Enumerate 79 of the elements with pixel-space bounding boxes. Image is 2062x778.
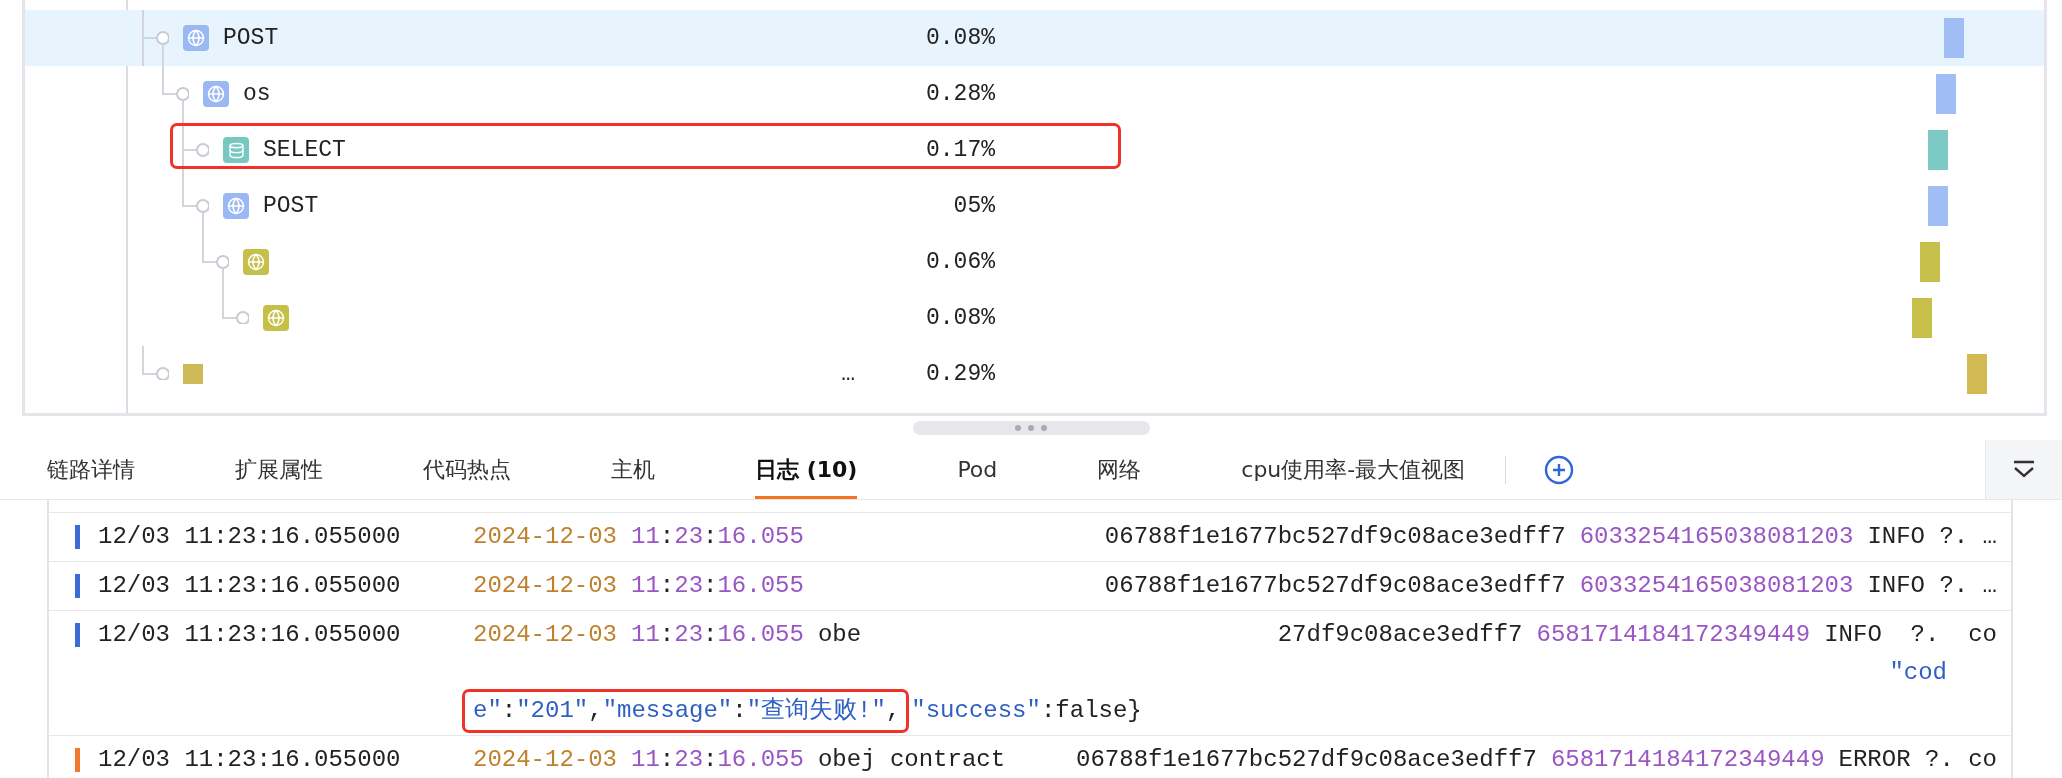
trace-id: 06788f1e1677bc527df9c08ace3edff7 xyxy=(1076,745,1537,775)
tab[interactable]: cpu使用率-最大值视图 xyxy=(1241,440,1466,499)
span-name: POST xyxy=(223,25,279,51)
log-message: obej contract xyxy=(817,745,1006,775)
timeline-bar xyxy=(1912,298,1932,338)
span-duration: 05% xyxy=(952,193,995,219)
tab[interactable]: 日志 (10) xyxy=(755,440,858,499)
tab[interactable]: 链路详情 xyxy=(47,440,135,499)
span-name: os xyxy=(243,81,271,107)
log-date: 2024-12-03 xyxy=(473,620,618,650)
log-time: 12/03 11:23:16.055000 xyxy=(98,745,402,775)
span-id: 6581714184172349449 xyxy=(1536,620,1811,650)
log-level: ERROR ?. co xyxy=(1838,745,1997,775)
severity-marker xyxy=(75,748,80,772)
trace-id: 06788f1e1677bc527df9c08ace3edff7 xyxy=(1104,522,1566,552)
span-id: 6581714184172349449 xyxy=(1550,745,1825,775)
span-square-icon xyxy=(183,364,203,384)
severity-marker xyxy=(75,525,80,549)
span-duration: 0.17% xyxy=(925,137,995,163)
timeline-bar xyxy=(1928,130,1948,170)
timeline-bar xyxy=(1967,354,1987,394)
severity-marker xyxy=(75,574,80,598)
log-date: 2024-12-03 xyxy=(473,522,618,552)
timeline-bar xyxy=(1944,18,1964,58)
tree-row[interactable]: … 0.29% xyxy=(25,346,2044,402)
log-date: 2024-12-03 xyxy=(473,571,618,601)
globe-icon xyxy=(223,193,249,219)
log-level: INFO ?. … xyxy=(1867,571,1997,601)
log-clock: 11:23:16.055 xyxy=(631,745,804,775)
log-clock: 11:23:16.055 xyxy=(631,522,804,552)
log-level: INFO ?. co xyxy=(1824,620,1997,650)
tree-row[interactable]: os 0.28% xyxy=(25,66,2044,122)
add-tab-button[interactable] xyxy=(1544,454,1575,485)
tree-row[interactable]: SELECT 0.17% xyxy=(25,122,2044,178)
span-duration: 0.06% xyxy=(925,249,995,275)
highlighted-json: e":"201","message":"查询失败!", xyxy=(462,689,910,733)
log-message: "success":false} xyxy=(911,696,1142,726)
tree-row[interactable]: POST 05% xyxy=(25,178,2044,234)
tab[interactable]: Pod xyxy=(957,440,998,499)
log-level: INFO ?. … xyxy=(1867,522,1997,552)
log-time: 12/03 11:23:16.055000 xyxy=(98,620,402,650)
collapse-button[interactable] xyxy=(1985,440,2062,499)
tree-row[interactable]: 0.06% xyxy=(25,234,2044,290)
tab[interactable]: 扩展属性 xyxy=(235,440,323,499)
database-icon xyxy=(223,137,249,163)
span-id: 6033254165038081203 xyxy=(1579,571,1854,601)
timeline-bar xyxy=(1936,74,1956,114)
timeline-bar xyxy=(1928,186,1948,226)
log-time: 12/03 11:23:16.055000 xyxy=(98,522,402,552)
globe-icon xyxy=(203,81,229,107)
tab[interactable]: 代码热点 xyxy=(423,440,511,499)
tab[interactable]: 主机 xyxy=(611,440,655,499)
globe-icon xyxy=(183,25,209,51)
span-name: SELECT xyxy=(263,137,346,163)
resize-handle[interactable] xyxy=(912,421,1150,435)
span-name: POST xyxy=(263,193,319,219)
span-duration: 0.29% xyxy=(925,361,995,387)
trace-id: 27df9c08ace3edff7 xyxy=(1277,620,1523,650)
tree-row[interactable]: 0.08% xyxy=(25,290,2044,346)
tab[interactable]: 网络 xyxy=(1097,440,1142,499)
span-duration: 0.28% xyxy=(925,81,995,107)
log-date: 2024-12-03 xyxy=(473,745,618,775)
tree-row[interactable]: POST 0.08% xyxy=(25,10,2044,66)
severity-marker xyxy=(75,623,80,647)
log-time: 12/03 11:23:16.055000 xyxy=(98,571,402,601)
trace-id: 06788f1e1677bc527df9c08ace3edff7 xyxy=(1104,571,1566,601)
log-message: obe xyxy=(817,620,862,650)
span-name: … xyxy=(841,361,855,387)
globe-icon xyxy=(243,249,269,275)
span-duration: 0.08% xyxy=(925,305,995,331)
log-clock: 11:23:16.055 xyxy=(631,620,804,650)
timeline-bar xyxy=(1920,242,1940,282)
plus-circle-icon xyxy=(1544,454,1575,485)
log-message: "cod xyxy=(1889,658,1947,688)
span-id: 6033254165038081203 xyxy=(1579,522,1854,552)
dots-icon xyxy=(1014,424,1048,432)
log-clock: 11:23:16.055 xyxy=(631,571,804,601)
span-duration: 0.08% xyxy=(925,25,995,51)
globe-icon xyxy=(263,305,289,331)
